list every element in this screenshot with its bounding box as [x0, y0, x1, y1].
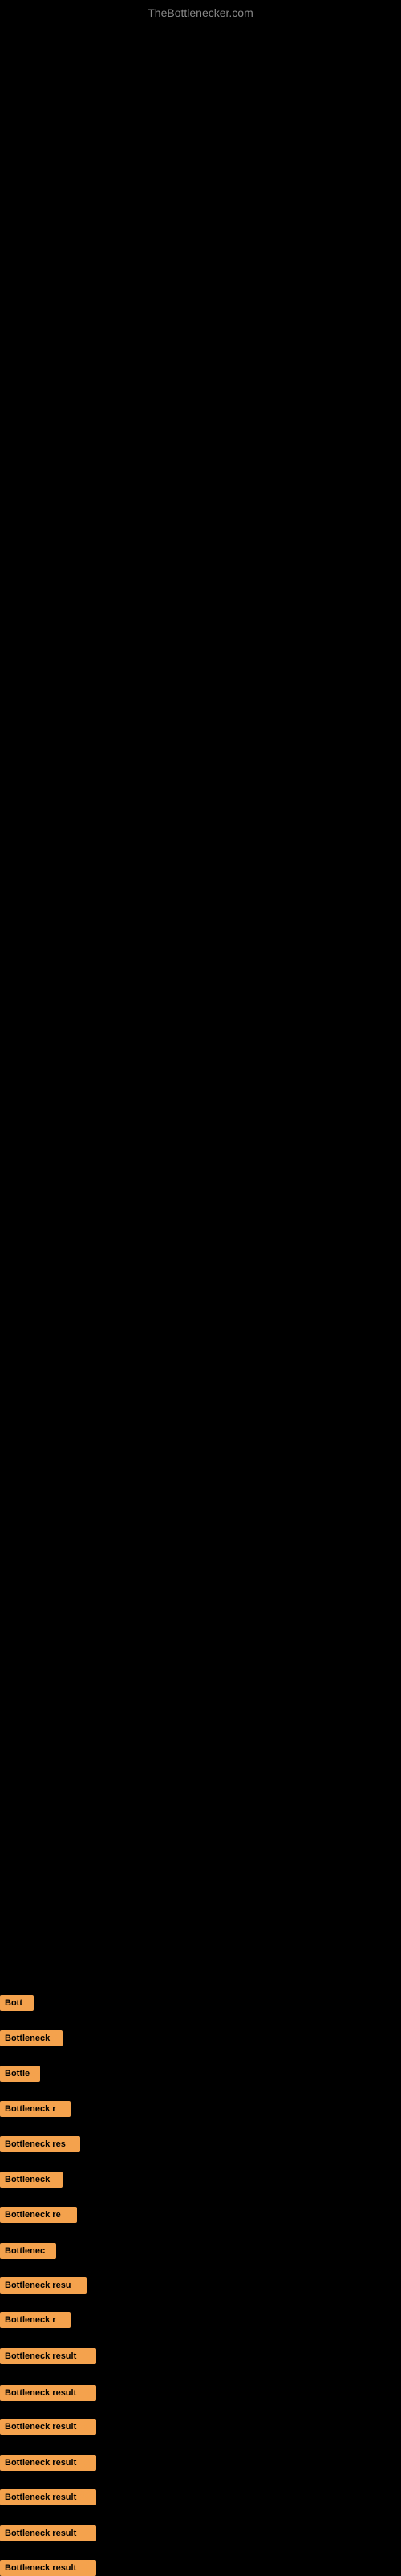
bottleneck-result-item: Bottleneck re — [0, 2207, 77, 2223]
bottleneck-result-item: Bottleneck result — [0, 2419, 96, 2435]
bottleneck-result-item: Bottleneck r — [0, 2312, 71, 2328]
bottleneck-result-item: Bottleneck result — [0, 2385, 96, 2401]
bottleneck-result-item: Bottleneck result — [0, 2560, 96, 2576]
bottleneck-result-item: Bottleneck result — [0, 2489, 96, 2505]
bottleneck-result-item: Bottleneck res — [0, 2136, 80, 2152]
bottleneck-result-item: Bottleneck — [0, 2030, 63, 2046]
bottleneck-result-item: Bottleneck resu — [0, 2277, 87, 2294]
bottleneck-result-item: Bottleneck — [0, 2172, 63, 2188]
bottleneck-result-item: Bottleneck result — [0, 2455, 96, 2471]
bottleneck-result-item: Bott — [0, 1995, 34, 2011]
bottleneck-result-item: Bottleneck result — [0, 2348, 96, 2364]
bottleneck-result-item: Bottlenec — [0, 2243, 56, 2259]
bottleneck-result-item: Bottle — [0, 2066, 40, 2082]
bottleneck-result-item: Bottleneck result — [0, 2525, 96, 2541]
site-title: TheBottlenecker.com — [0, 0, 401, 19]
bottleneck-result-item: Bottleneck r — [0, 2101, 71, 2117]
